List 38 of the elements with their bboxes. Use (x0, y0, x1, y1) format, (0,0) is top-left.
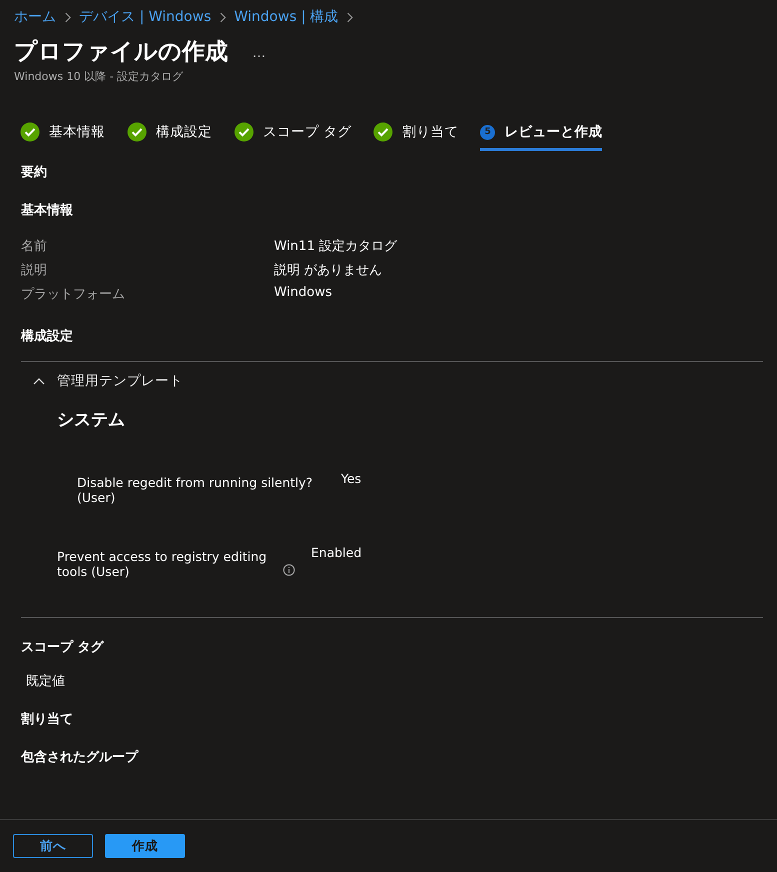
setting-name: Prevent access to registry editing tools (User) (57, 549, 268, 579)
chevron-up-icon (33, 377, 45, 385)
chevron-right-icon (346, 12, 354, 22)
wizard-step-tab[interactable]: 基本情報 (20, 122, 105, 151)
section-heading: 構成設定 (21, 328, 74, 345)
section-heading: 割り当て (21, 710, 74, 728)
step-number-badge: 5 (480, 124, 496, 140)
field-label: プラットフォーム (21, 286, 126, 303)
section-heading: 要約 (21, 164, 48, 181)
create-button[interactable]: 作成 (105, 834, 185, 858)
wizard-step-tab[interactable]: スコープ タグ (234, 122, 352, 151)
section-heading: 包含されたグループ (21, 748, 140, 766)
wizard-step-tab[interactable]: 5 レビューと作成 (480, 122, 602, 151)
more-button[interactable]: … (248, 44, 270, 60)
previous-button[interactable]: 前へ (13, 834, 93, 858)
breadcrumb-link[interactable]: Windows | 構成 (234, 8, 338, 26)
breadcrumb-link[interactable]: ホーム (14, 8, 56, 26)
info-icon[interactable] (283, 564, 295, 576)
category-heading: システム (57, 409, 126, 431)
setting-value: Yes (341, 471, 362, 488)
wizard-step-tab[interactable]: 構成設定 (127, 122, 212, 151)
breadcrumb-link[interactable]: デバイス | Windows (79, 8, 212, 26)
field-value: 説明 がありません (274, 262, 384, 279)
field-value: Windows (274, 285, 334, 302)
field-label: 説明 (21, 262, 48, 279)
wizard-step-tab[interactable]: 割り当て (373, 122, 458, 151)
setting-name: Disable regedit from running silently? (User) (77, 475, 314, 505)
section-heading: 基本情報 (21, 202, 74, 219)
chevron-right-icon (64, 12, 71, 22)
field-value: Win11 設定カタログ (274, 238, 398, 255)
chevron-right-icon (219, 12, 226, 22)
collapse-toggle[interactable]: 管理用テンプレート (21, 362, 183, 390)
setting-value: Enabled (311, 545, 362, 562)
page-subtitle: Windows 10 以降 - 設定カタログ (14, 69, 184, 84)
scope-tag-value: 既定値 (26, 673, 66, 690)
section-heading: スコープ タグ (21, 638, 105, 656)
page-title: プロファイルの作成 (14, 38, 228, 67)
field-label: 名前 (21, 238, 48, 255)
